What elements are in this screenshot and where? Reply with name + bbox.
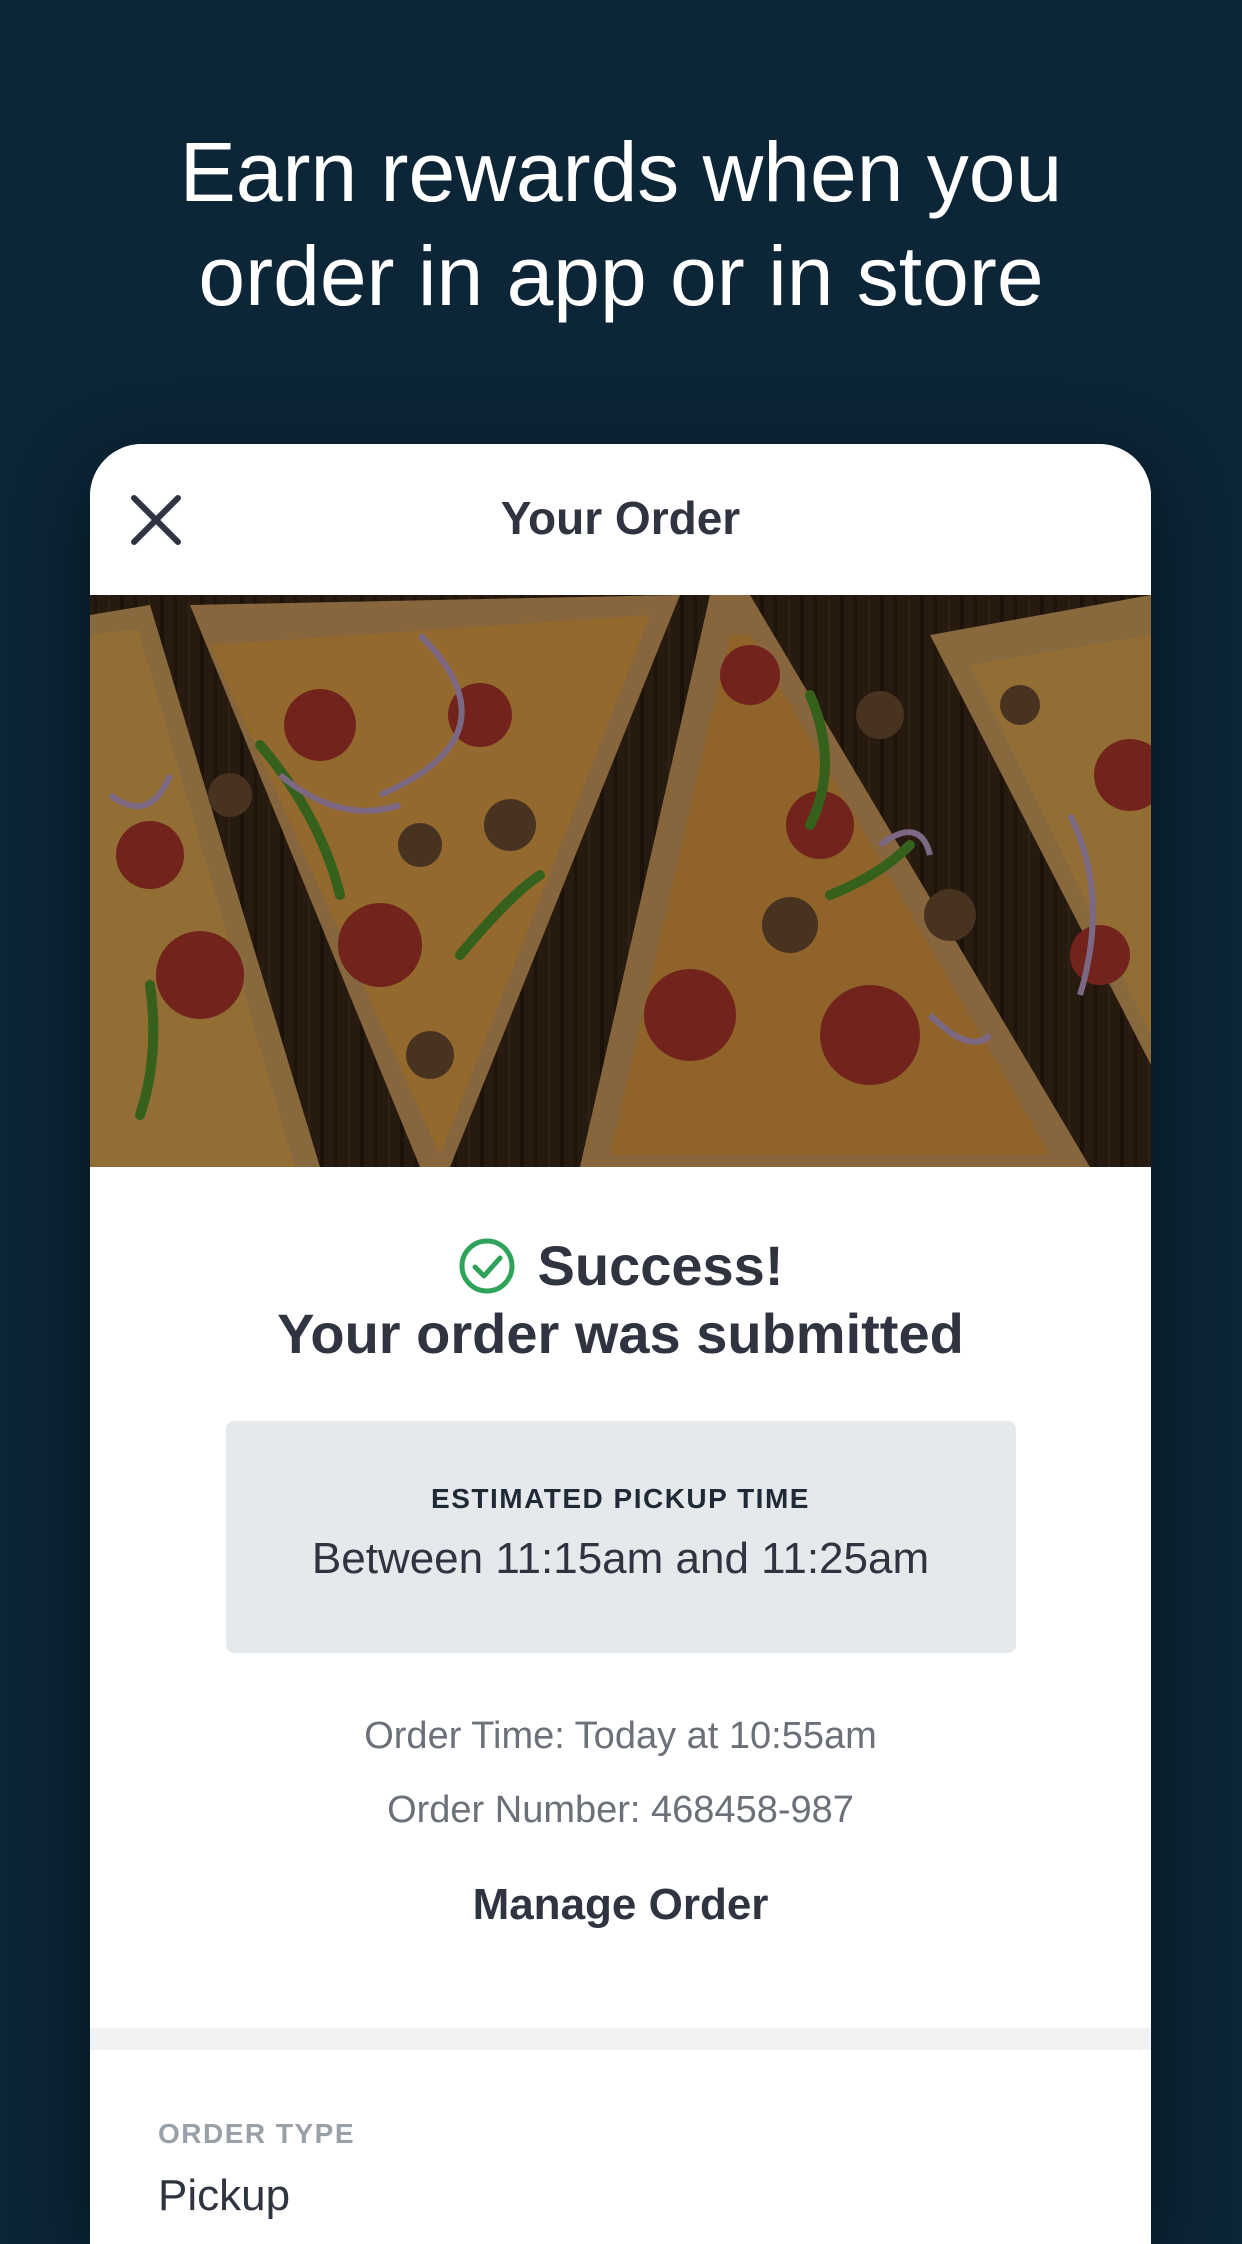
submitted-message: Your order was submitted xyxy=(277,1302,964,1365)
section-divider xyxy=(90,2028,1151,2050)
success-line: Success! xyxy=(90,1233,1151,1299)
order-time: Order Time: Today at 10:55am xyxy=(364,1715,877,1757)
pickup-time-box: ESTIMATED PICKUP TIME Between 11:15am an… xyxy=(225,1421,1016,1653)
order-number: Order Number: 468458-987 xyxy=(387,1789,854,1831)
success-heading: Success! xyxy=(537,1234,784,1297)
order-card: Your Order Success! Your order was submi… xyxy=(90,444,1151,2244)
order-title: Your Order xyxy=(500,492,741,544)
order-type-label: ORDER TYPE xyxy=(158,2118,356,2149)
pizza-hero-image xyxy=(90,595,1151,1167)
pickup-time-label: ESTIMATED PICKUP TIME xyxy=(431,1483,810,1514)
promo-headline-line-1: Earn rewards when you xyxy=(179,125,1063,219)
pizza-photo xyxy=(90,595,1151,1167)
order-type-value: Pickup xyxy=(158,2171,291,2220)
check-circle-icon xyxy=(459,1238,515,1294)
order-meta: Order Time: Today at 10:55am Order Numbe… xyxy=(90,1699,1151,1847)
manage-order-button[interactable]: Manage Order xyxy=(371,1875,871,1935)
confirmation-block: Success! Your order was submitted xyxy=(90,1233,1151,1369)
pickup-time-value: Between 11:15am and 11:25am xyxy=(311,1534,930,1583)
order-card-header: Your Order xyxy=(90,444,1151,595)
promo-headline: Earn rewards when you order in app or in… xyxy=(0,120,1242,328)
promo-headline-line-2: order in app or in store xyxy=(198,229,1044,323)
